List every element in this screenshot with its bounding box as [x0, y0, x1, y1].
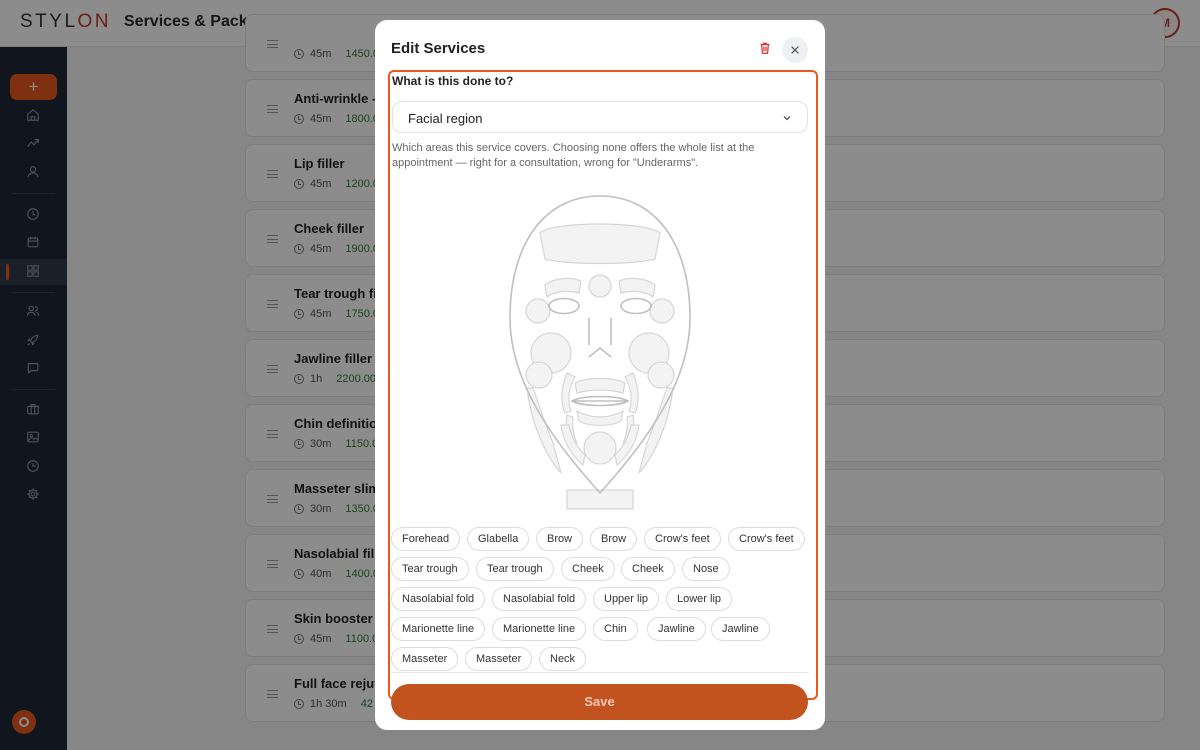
glabella-region	[588, 274, 612, 298]
nose	[588, 318, 612, 358]
edit-services-modal: Edit Services What is this done to? Faci…	[375, 20, 825, 730]
chip-jawline[interactable]: Jawline	[647, 617, 706, 641]
chip-glabella[interactable]: Glabella	[467, 527, 530, 551]
chip-jawline[interactable]: Jawline	[711, 617, 770, 641]
brow-right-region	[618, 277, 656, 299]
chip-tear-trough[interactable]: Tear trough	[476, 557, 554, 581]
chip-nasolabial-fold[interactable]: Nasolabial fold	[391, 587, 486, 611]
help-text: Which areas this service covers. Choosin…	[392, 142, 755, 169]
upper-lip-region	[574, 377, 626, 394]
chip-nose[interactable]: Nose	[682, 557, 730, 581]
chip-masseter[interactable]: Masseter	[465, 647, 533, 671]
chip-lower-lip[interactable]: Lower lip	[666, 587, 733, 611]
lower-lip-region	[576, 409, 624, 427]
chip-brow[interactable]: Brow	[536, 527, 584, 551]
chin-region	[583, 431, 617, 465]
chip-brow[interactable]: Brow	[590, 527, 638, 551]
chip-chin[interactable]: Chin	[593, 617, 638, 641]
trash-icon[interactable]	[756, 39, 774, 57]
chip-nasolabial-fold[interactable]: Nasolabial fold	[492, 587, 587, 611]
crows-feet-right-region	[649, 298, 675, 324]
chip-neck[interactable]: Neck	[539, 647, 587, 671]
chip-forehead[interactable]: Forehead	[391, 527, 461, 551]
chip-cheek[interactable]: Cheek	[621, 557, 675, 581]
chip-masseter[interactable]: Masseter	[391, 647, 459, 671]
chip-upper-lip[interactable]: Upper lip	[593, 587, 660, 611]
brow-left-region	[544, 277, 582, 299]
modal-title: Edit Services	[391, 40, 486, 57]
chip-tear-trough[interactable]: Tear trough	[391, 557, 469, 581]
divider	[391, 672, 809, 673]
save-button[interactable]: Save	[391, 684, 808, 720]
left-eye	[548, 297, 580, 315]
face-map[interactable]	[505, 193, 695, 513]
crows-feet-left-region	[525, 298, 551, 324]
forehead-region	[539, 223, 661, 265]
tear-trough-left-region	[525, 361, 553, 389]
tear-trough-right-region	[647, 361, 675, 389]
mouth	[570, 395, 630, 407]
chip-crows-feet[interactable]: Crow's feet	[644, 527, 721, 551]
nasolabial-left-region	[561, 372, 576, 414]
chevron-down-icon	[783, 116, 791, 121]
chip-marionette-line[interactable]: Marionette line	[492, 617, 587, 641]
close-icon[interactable]	[782, 37, 808, 63]
chip-crows-feet[interactable]: Crow's feet	[728, 527, 805, 551]
select-value: Facial region	[408, 111, 483, 126]
right-eye	[620, 297, 652, 315]
field-label: What is this done to?	[392, 74, 514, 88]
chip-cheek[interactable]: Cheek	[561, 557, 615, 581]
chip-marionette-line[interactable]: Marionette line	[391, 617, 486, 641]
region-select[interactable]: Facial region	[392, 101, 808, 133]
nasolabial-right-region	[624, 372, 639, 414]
